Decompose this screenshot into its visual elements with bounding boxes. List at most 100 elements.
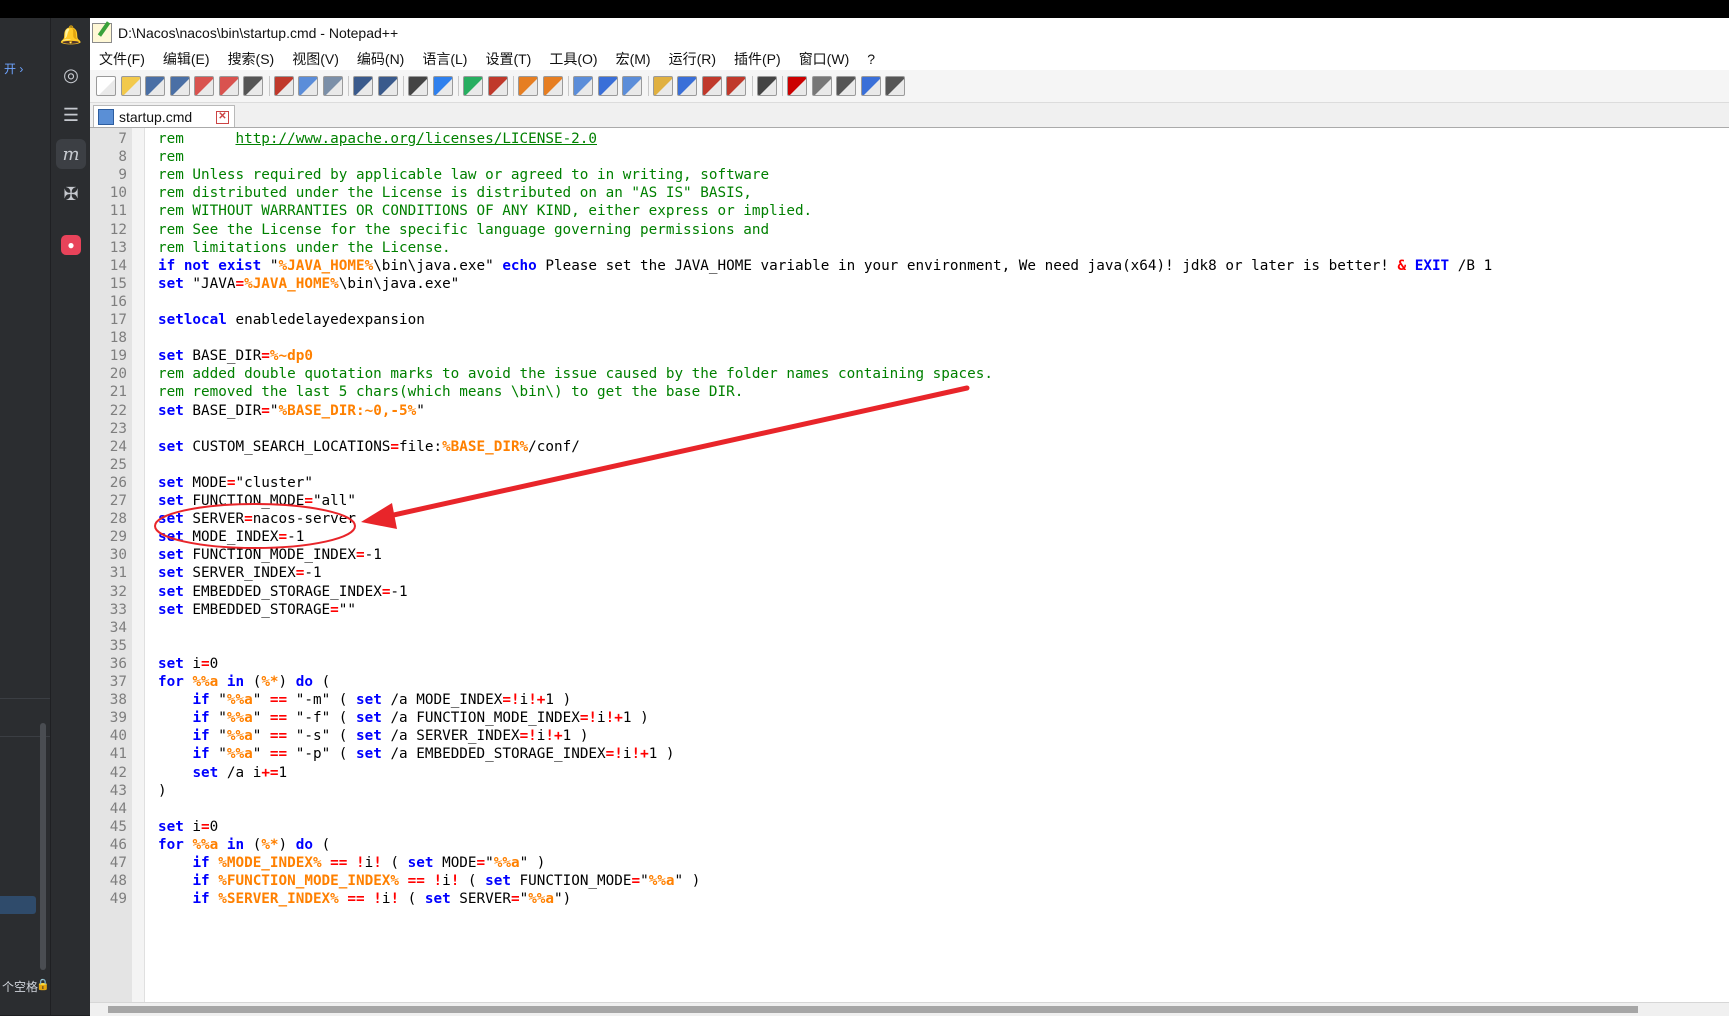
cut-icon[interactable] [273,76,294,96]
menu-item-7[interactable]: 工具(O) [540,49,606,69]
code-line[interactable]: 11 rem WITHOUT WARRANTIES OR CONDITIONS O… [90,202,1729,220]
menu-item-0[interactable]: 文件(F) [90,49,154,69]
code-line[interactable]: 37 for %%a in (%*) do ( [90,673,1729,691]
code-line[interactable]: 7 rem http://www.apache.org/licenses/LICE… [90,130,1729,148]
code-line[interactable]: 34 [90,619,1729,637]
eye-icon[interactable] [756,76,777,96]
code-line[interactable]: 19 set BASE_DIR=%~dp0 [90,347,1729,365]
sidebar-scrollbar[interactable] [40,723,46,970]
run-macro-multiple-icon[interactable] [860,76,881,96]
code-line[interactable]: 47 if %MODE_INDEX% == !i! ( set MODE="%%… [90,854,1729,872]
code-line[interactable]: 29 set MODE_INDEX=-1 [90,528,1729,546]
scrollbar-thumb[interactable] [108,1006,1638,1013]
indent-guide-icon[interactable] [622,76,642,96]
show-all-chars-icon[interactable] [597,76,618,96]
code-line[interactable]: 10 rem distributed under the License is d… [90,184,1729,202]
redo-icon[interactable] [377,76,398,96]
red-app-icon[interactable]: ● [56,230,86,260]
bell-icon[interactable]: 🔔 [56,20,86,50]
paste-icon[interactable] [322,76,343,96]
code-line[interactable]: 28 set SERVER=nacos-server [90,510,1729,528]
menu-item-3[interactable]: 视图(V) [283,49,348,69]
horizontal-scrollbar[interactable] [90,1002,1729,1016]
function-list-icon[interactable] [677,76,697,96]
code-line[interactable]: 46 for %%a in (%*) do ( [90,836,1729,854]
menu-item-2[interactable]: 搜索(S) [219,49,284,69]
doc-map-icon[interactable] [652,76,673,96]
zoom-out-icon[interactable] [487,76,508,96]
code-line[interactable]: 31 set SERVER_INDEX=-1 [90,564,1729,582]
code-line[interactable]: 39 if "%%a" == "-f" ( set /a FUNCTION_MO… [90,709,1729,727]
undo-icon[interactable] [353,76,373,96]
lock-icon[interactable]: 🔒 [36,978,50,991]
tools-icon[interactable]: ✠ [56,179,86,209]
menu-item-12[interactable]: ? [858,51,884,67]
code-line[interactable]: 35 [90,637,1729,655]
code-editor[interactable]: 7 rem http://www.apache.org/licenses/LICE… [90,127,1729,1003]
code-line[interactable]: 9 rem Unless required by applicable law o… [90,166,1729,184]
code-line[interactable]: 45 set i=0 [90,818,1729,836]
copy-icon[interactable] [298,76,318,96]
sidebar-selected-item[interactable] [0,896,36,914]
code-line[interactable]: 18 [90,329,1729,347]
code-line[interactable]: 26 set MODE="cluster" [90,474,1729,492]
save-icon[interactable] [145,76,165,96]
code-line[interactable]: 24 set CUSTOM_SEARCH_LOCATIONS=file:%BASE… [90,438,1729,456]
record-macro-icon[interactable] [787,76,807,96]
spiral-icon[interactable]: ◎ [56,60,86,90]
code-line[interactable]: 21 rem removed the last 5 chars(which mea… [90,383,1729,401]
folder-workspace-icon[interactable] [701,76,722,96]
code-line[interactable]: 25 [90,456,1729,474]
code-line[interactable]: 27 set FUNCTION_MODE="all" [90,492,1729,510]
menu-item-10[interactable]: 插件(P) [725,49,790,69]
stop-macro-icon[interactable] [811,76,832,96]
code-line[interactable]: 38 if "%%a" == "-m" ( set /a MODE_INDEX=… [90,691,1729,709]
code-line[interactable]: 33 set EMBEDDED_STORAGE="" [90,601,1729,619]
code-line[interactable]: 42 set /a i+=1 [90,764,1729,782]
menu-item-8[interactable]: 宏(M) [607,49,660,69]
code-line[interactable]: 13 rem limitations under the License. [90,239,1729,257]
close-tab-icon[interactable]: ✕ [216,110,229,124]
sidebar-nav-text[interactable]: 开 › [4,60,23,77]
code-line[interactable]: 12 rem See the License for the specific l… [90,221,1729,239]
code-line[interactable]: 32 set EMBEDDED_STORAGE_INDEX=-1 [90,583,1729,601]
code-line[interactable]: 8 rem [90,148,1729,166]
close-all-icon[interactable] [218,76,239,96]
open-file-icon[interactable] [120,76,141,96]
code-line[interactable]: 44 [90,800,1729,818]
code-line[interactable]: 30 set FUNCTION_MODE_INDEX=-1 [90,546,1729,564]
find-icon[interactable] [408,76,428,96]
code-line[interactable]: 48 if %FUNCTION_MODE_INDEX% == !i! ( set… [90,872,1729,890]
tab-startup-cmd[interactable]: startup.cmd ✕ [93,105,235,128]
save-macro-icon[interactable] [885,76,905,96]
code-line[interactable]: 40 if "%%a" == "-s" ( set /a SERVER_INDE… [90,727,1729,745]
sync-h-icon[interactable] [542,76,563,96]
play-macro-icon[interactable] [836,76,856,96]
code-line[interactable]: 43) [90,782,1729,800]
menu-item-11[interactable]: 窗口(W) [790,49,859,69]
new-file-icon[interactable] [96,76,116,96]
code-token-link[interactable]: http://www.apache.org/licenses/LICENSE-2… [235,131,597,147]
code-line[interactable]: 17 setlocal enabledelayedexpansion [90,311,1729,329]
code-line[interactable]: 22 set BASE_DIR="%BASE_DIR:~0,-5%" [90,402,1729,420]
code-line[interactable]: 36 set i=0 [90,655,1729,673]
print-icon[interactable] [243,76,263,96]
database-icon[interactable]: ☰ [56,100,86,130]
code-line[interactable]: 20 rem added double quotation marks to av… [90,365,1729,383]
code-line[interactable]: 23 [90,420,1729,438]
sync-v-icon[interactable] [518,76,538,96]
menu-item-4[interactable]: 编码(N) [348,49,413,69]
menu-item-1[interactable]: 编辑(E) [154,49,219,69]
word-wrap-icon[interactable] [573,76,593,96]
menu-item-5[interactable]: 语言(L) [413,49,476,69]
code-line[interactable]: 16 [90,293,1729,311]
replace-icon[interactable] [432,76,453,96]
menu-item-6[interactable]: 设置(T) [476,49,540,69]
close-icon[interactable] [194,76,214,96]
monitor-icon[interactable] [726,76,746,96]
code-line[interactable]: 49 if %SERVER_INDEX% == !i! ( set SERVER… [90,890,1729,908]
m-icon[interactable]: m [56,139,86,169]
code-line[interactable]: 15 set "JAVA=%JAVA_HOME%\bin\java.exe" [90,275,1729,293]
code-line[interactable]: 41 if "%%a" == "-p" ( set /a EMBEDDED_ST… [90,745,1729,763]
code-line[interactable]: 14 if not exist "%JAVA_HOME%\bin\java.exe… [90,257,1729,275]
